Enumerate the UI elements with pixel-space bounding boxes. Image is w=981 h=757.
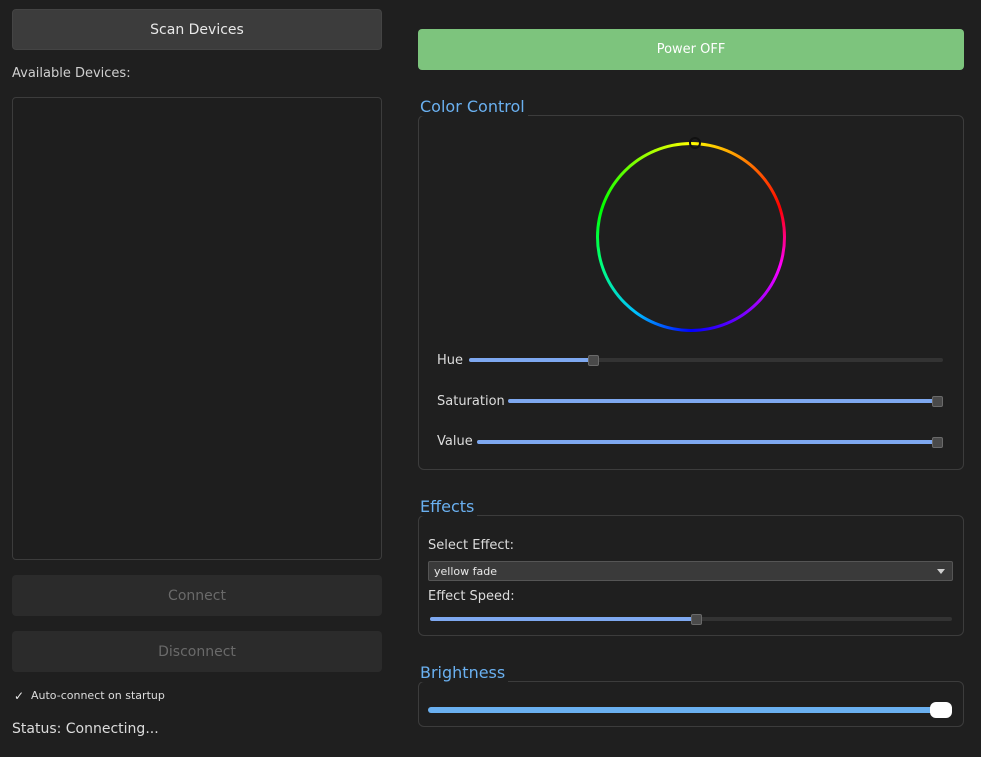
brightness-slider-fill [428,707,941,713]
auto-connect-checkbox[interactable]: ✓ [13,690,25,702]
auto-connect-label: Auto-connect on startup [31,689,165,702]
color-wheel[interactable] [596,142,786,332]
dropdown-arrow-icon [937,569,945,574]
brightness-slider[interactable] [428,702,952,718]
saturation-slider-fill [508,399,938,403]
select-effect-label: Select Effect: [428,538,515,553]
value-slider-fill [477,440,938,444]
scan-devices-button[interactable]: Scan Devices [12,9,382,50]
effects-title: Effects [420,497,478,516]
saturation-slider[interactable] [508,395,943,407]
effect-speed-label: Effect Speed: [428,589,515,604]
hue-slider-handle[interactable] [587,354,599,366]
status-text: Status: Connecting... [12,721,159,737]
disconnect-button[interactable]: Disconnect [12,631,382,672]
saturation-label: Saturation [437,394,505,409]
auto-connect-option[interactable]: ✓ Auto-connect on startup [13,689,165,702]
available-devices-label: Available Devices: [12,66,131,81]
connect-button[interactable]: Connect [12,575,382,616]
effect-select[interactable]: yellow fade [428,561,953,581]
brightness-slider-handle[interactable] [930,702,952,718]
color-control-title: Color Control [420,97,528,116]
effect-speed-slider-fill [430,617,697,621]
color-wheel-center [599,145,783,329]
value-slider[interactable] [477,436,943,448]
value-slider-handle[interactable] [932,436,943,448]
device-list[interactable] [12,97,382,560]
effect-speed-slider[interactable] [430,613,952,625]
app-window: Scan Devices Available Devices: Connect … [0,0,981,757]
effect-speed-slider-handle[interactable] [691,613,702,625]
power-button[interactable]: Power OFF [418,29,964,70]
effect-select-value: yellow fade [434,564,497,578]
value-label: Value [437,434,473,449]
hue-label: Hue [437,353,464,368]
saturation-slider-handle[interactable] [932,395,943,407]
brightness-group [418,681,964,727]
color-wheel-handle[interactable] [689,137,701,149]
hue-slider[interactable] [469,354,943,366]
hue-slider-fill [469,358,593,362]
brightness-title: Brightness [420,663,509,682]
